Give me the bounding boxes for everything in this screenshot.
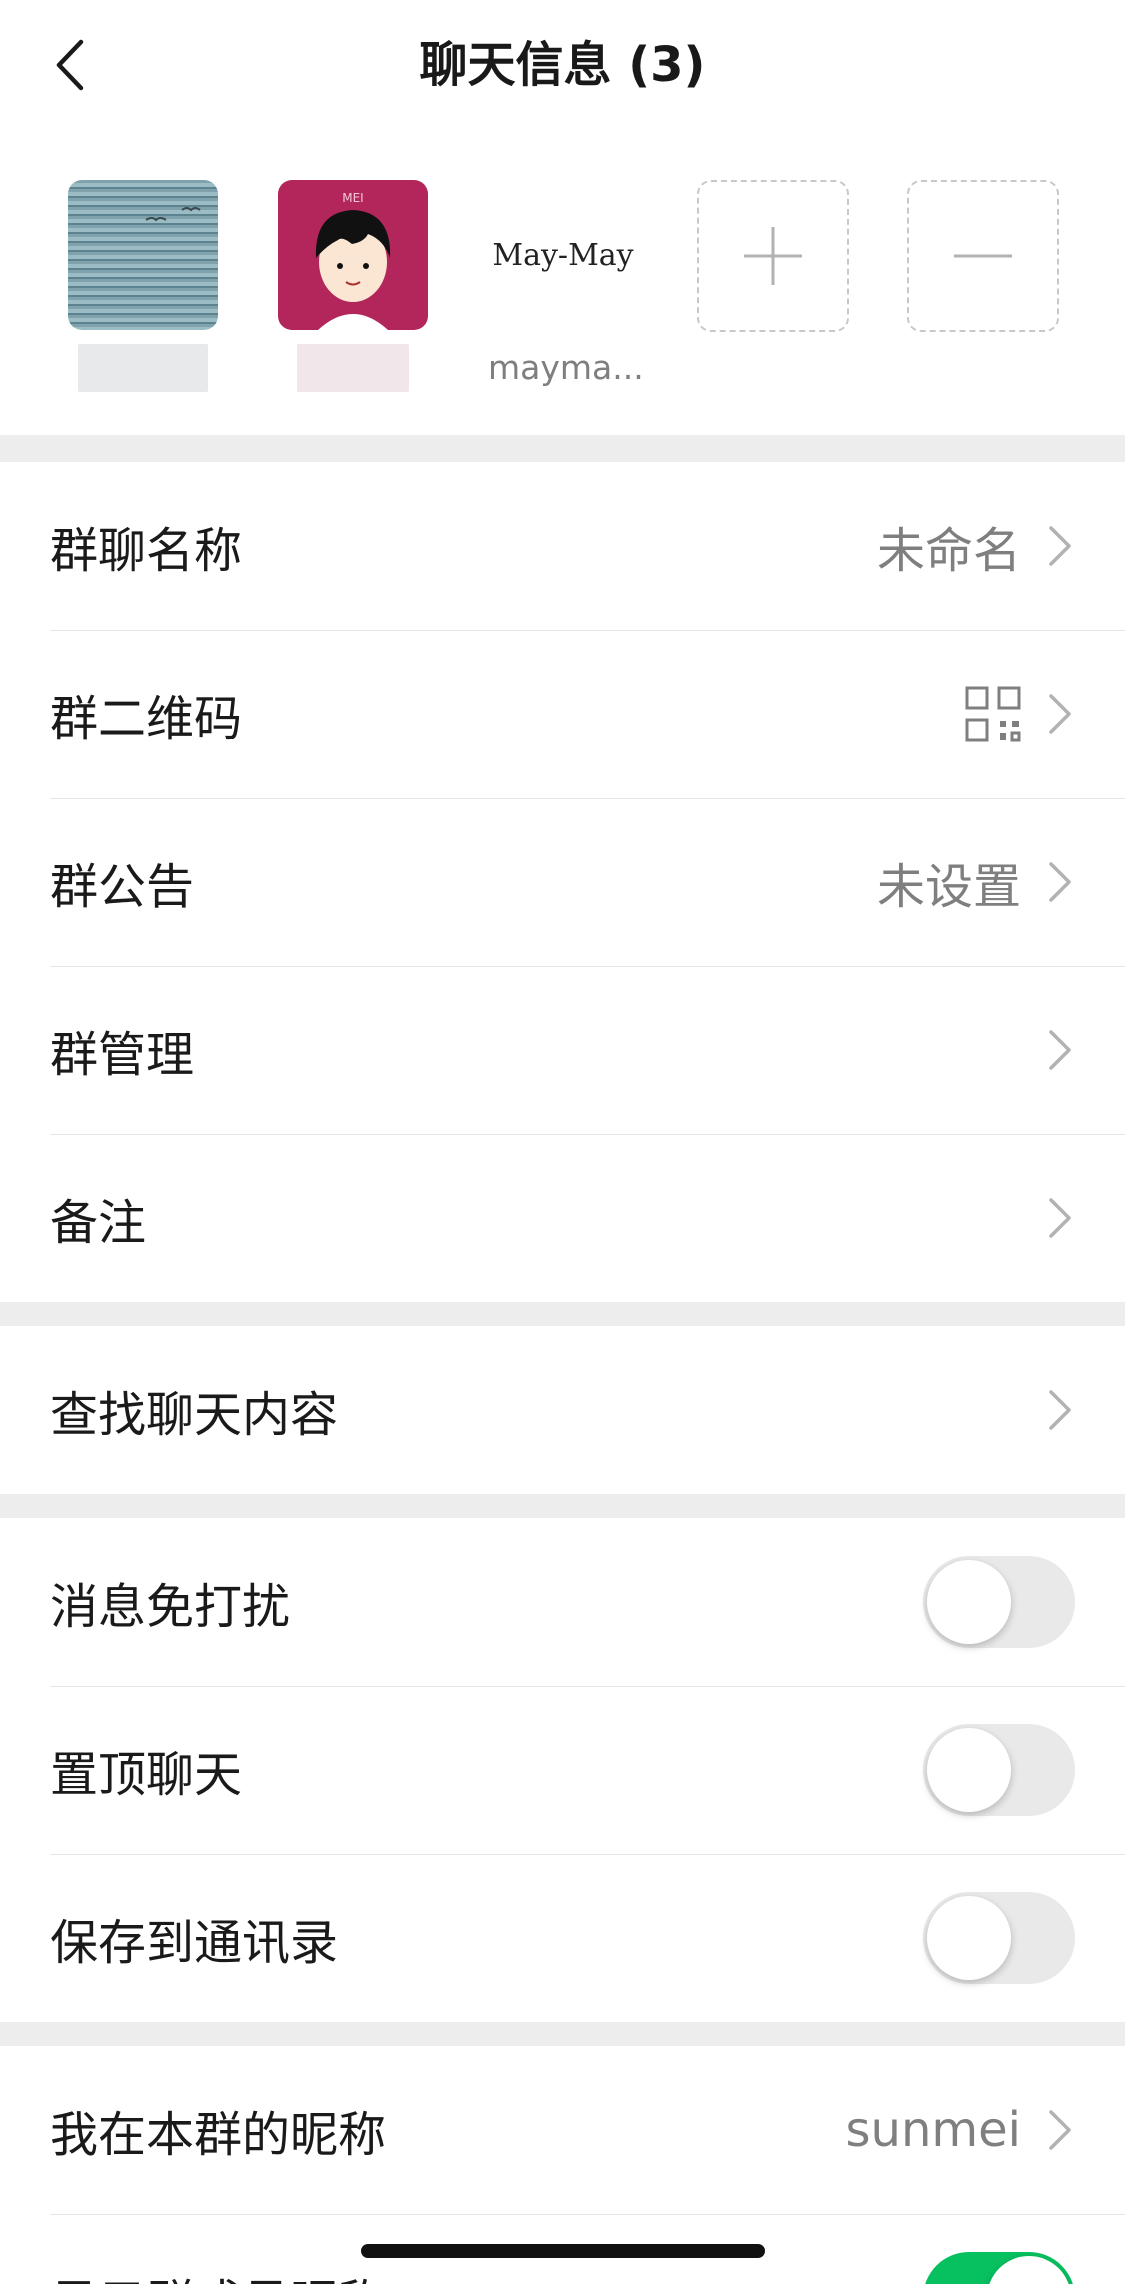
group-notice-row[interactable]: 群公告 未设置	[0, 798, 1125, 966]
show-nicknames-toggle[interactable]	[923, 2252, 1075, 2284]
remove-member-box	[907, 180, 1059, 332]
avatar	[68, 180, 218, 330]
row-label: 群公告	[50, 859, 195, 915]
row-label: 置顶聊天	[50, 1747, 243, 1803]
search-section: 查找聊天内容	[0, 1326, 1125, 1494]
row-label: 群二维码	[50, 691, 243, 747]
row-label: 消息免打扰	[50, 1579, 291, 1635]
row-label: 我在本群的昵称	[50, 2107, 387, 2163]
pin-chat-row: 置顶聊天	[0, 1686, 1125, 1854]
svg-text:MEI: MEI	[342, 191, 363, 205]
chevron-right-icon	[1047, 1196, 1073, 1240]
save-contacts-row: 保存到通讯录	[0, 1854, 1125, 2022]
my-nickname-row[interactable]: 我在本群的昵称 sunmei	[0, 2046, 1125, 2214]
toggle-knob	[987, 2256, 1071, 2284]
member-name-redacted	[297, 344, 409, 392]
row-label: 保存到通讯录	[50, 1915, 339, 1971]
home-indicator	[361, 2244, 765, 2258]
member-item[interactable]: MEI	[278, 180, 428, 392]
minus-icon	[954, 254, 1012, 258]
group-notice-value: 未设置	[876, 859, 1021, 915]
save-contacts-toggle[interactable]	[923, 1892, 1075, 1984]
row-label: 备注	[50, 1195, 147, 1251]
chevron-right-icon	[1047, 2108, 1073, 2152]
qr-code-icon	[965, 686, 1021, 742]
pin-chat-toggle[interactable]	[923, 1724, 1075, 1816]
toggle-knob	[927, 1896, 1011, 1980]
member-grid: MEI May-May mayma...	[0, 130, 1125, 435]
chevron-right-icon	[1047, 860, 1073, 904]
chevron-right-icon	[1047, 1388, 1073, 1432]
chevron-right-icon	[1047, 1028, 1073, 1072]
member-item[interactable]	[68, 180, 218, 392]
nav-bar: 聊天信息 (3)	[0, 0, 1125, 130]
chat-info-page: 聊天信息 (3) MEI May-May mayma... 群聊名称 未命名 群…	[0, 0, 1125, 2284]
group-name-value: 未命名	[876, 523, 1021, 579]
mute-row: 消息免打扰	[0, 1518, 1125, 1686]
chevron-right-icon	[1047, 524, 1073, 568]
group-qrcode-row[interactable]: 群二维码	[0, 630, 1125, 798]
row-label: 查找聊天内容	[50, 1387, 339, 1443]
group-manage-row[interactable]: 群管理	[0, 966, 1125, 1134]
remark-row[interactable]: 备注	[0, 1134, 1125, 1302]
avatar: May-May	[488, 180, 638, 330]
toggle-section: 消息免打扰 置顶聊天 保存到通讯录	[0, 1518, 1125, 2022]
page-title: 聊天信息 (3)	[419, 37, 706, 93]
bird-icon	[145, 207, 201, 222]
group-settings-section: 群聊名称 未命名 群二维码 群公告 未设置 群管理 备注	[0, 462, 1125, 1302]
group-name-row[interactable]: 群聊名称 未命名	[0, 462, 1125, 630]
member-name: mayma...	[488, 348, 644, 387]
avatar: MEI	[278, 180, 428, 330]
mute-toggle[interactable]	[923, 1556, 1075, 1648]
my-nickname-value: sunmei	[845, 2102, 1021, 2158]
plus-icon	[744, 227, 802, 285]
add-member-button[interactable]	[697, 180, 849, 332]
member-item[interactable]: May-May mayma...	[488, 180, 644, 387]
member-name-redacted	[78, 344, 208, 392]
chevron-right-icon	[1047, 692, 1073, 736]
toggle-knob	[927, 1560, 1011, 1644]
search-chat-row[interactable]: 查找聊天内容	[0, 1326, 1125, 1494]
cartoon-face-icon: MEI	[315, 191, 391, 330]
row-label: 群管理	[50, 1027, 195, 1083]
toggle-knob	[927, 1728, 1011, 1812]
row-label: 显示群成员昵称	[50, 2263, 923, 2284]
add-member-box	[697, 180, 849, 332]
remove-member-button[interactable]	[907, 180, 1059, 332]
row-label: 群聊名称	[50, 523, 243, 579]
